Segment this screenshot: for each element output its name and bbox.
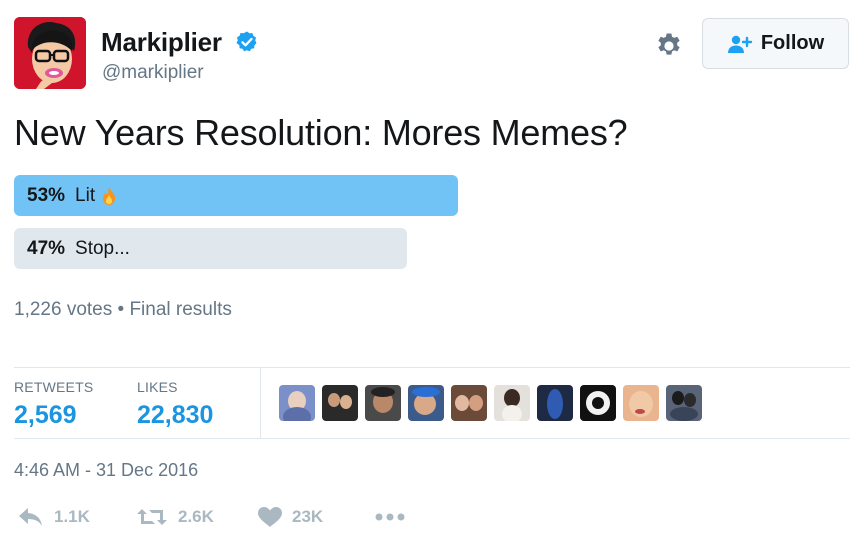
- reply-icon: [19, 508, 42, 526]
- poll-option-2: 47% Stop...: [27, 238, 130, 260]
- follow-label: Follow: [760, 32, 825, 54]
- liker-avatars: [279, 385, 702, 421]
- liker-avatar[interactable]: [494, 385, 530, 421]
- retweet-button[interactable]: 2.6K: [136, 507, 214, 527]
- poll-option-1: 53% Lit: [27, 185, 117, 207]
- liker-avatar[interactable]: [279, 385, 315, 421]
- likes-count[interactable]: 22,830: [137, 401, 213, 430]
- liker-avatar[interactable]: [623, 385, 659, 421]
- liker-avatar[interactable]: [451, 385, 487, 421]
- retweets-count[interactable]: 2,569: [14, 401, 77, 430]
- avatar[interactable]: [14, 17, 86, 89]
- poll-option-1-label: Lit: [75, 185, 96, 206]
- display-name[interactable]: Markiplier: [101, 27, 222, 58]
- verified-badge-icon: [236, 31, 257, 52]
- like-count: 23K: [292, 507, 324, 526]
- follow-button[interactable]: Follow: [702, 18, 849, 69]
- poll-results-meta: 1,226 votes • Final results: [14, 299, 232, 320]
- retweet-count: 2.6K: [178, 507, 214, 526]
- divider: [14, 438, 850, 439]
- divider: [260, 367, 261, 438]
- retweets-label[interactable]: RETWEETS: [14, 379, 93, 395]
- poll-option-2-percent: 47%: [27, 238, 66, 259]
- liker-avatar[interactable]: [580, 385, 616, 421]
- poll-option-1-percent: 53%: [27, 185, 66, 206]
- heart-icon: [258, 507, 282, 527]
- tweet-text: New Years Resolution: Mores Memes?: [14, 112, 628, 153]
- like-button[interactable]: 23K: [258, 507, 323, 527]
- liker-avatar[interactable]: [537, 385, 573, 421]
- liker-avatar[interactable]: [666, 385, 702, 421]
- gear-icon[interactable]: [654, 31, 684, 61]
- reply-button[interactable]: 1.1K: [18, 507, 90, 527]
- fire-icon: [103, 187, 116, 205]
- tweet-timestamp[interactable]: 4:46 AM - 31 Dec 2016: [14, 460, 198, 481]
- user-handle[interactable]: @markiplier: [102, 62, 204, 84]
- likes-label[interactable]: LIKES: [137, 379, 178, 395]
- more-button[interactable]: [375, 513, 405, 521]
- liker-avatar[interactable]: [365, 385, 401, 421]
- retweet-icon: [137, 509, 167, 525]
- more-dots-icon: [375, 513, 405, 521]
- poll-option-2-label: Stop...: [75, 238, 130, 259]
- liker-avatar[interactable]: [408, 385, 444, 421]
- divider: [14, 367, 850, 368]
- reply-count: 1.1K: [54, 507, 90, 526]
- liker-avatar[interactable]: [322, 385, 358, 421]
- add-user-icon: [727, 35, 753, 53]
